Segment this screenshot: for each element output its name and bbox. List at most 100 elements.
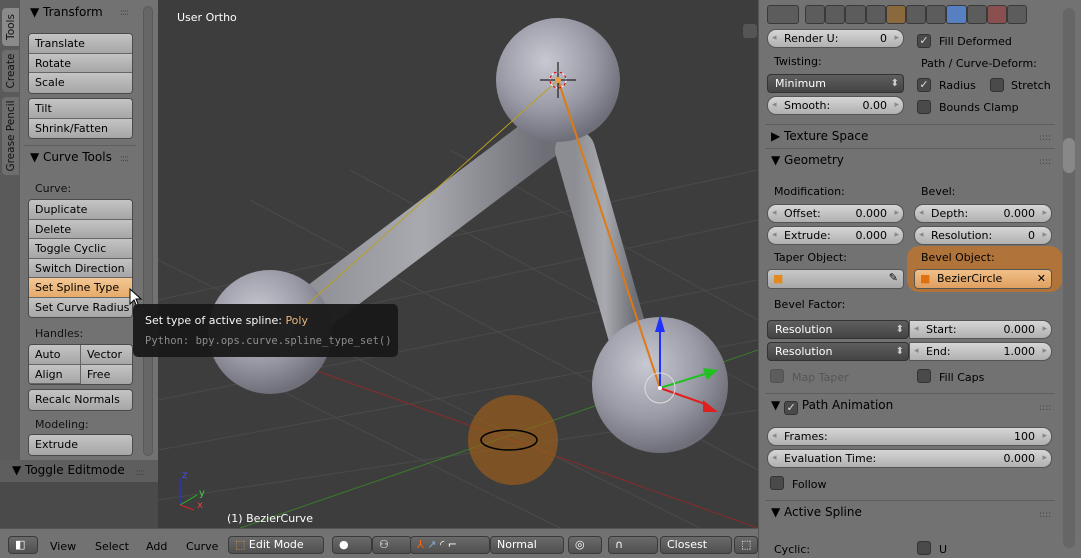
menu-select[interactable]: Select	[95, 540, 129, 553]
properties-editor: Render U:0 ✓ Fill Deformed Twisting: Pat…	[758, 0, 1081, 558]
set-curve-radius-button[interactable]: Set Curve Radius	[29, 297, 132, 317]
stretch-checkbox[interactable]	[990, 78, 1004, 92]
snap-element-select[interactable]: ∩	[608, 536, 658, 554]
geometry-header[interactable]: ▼ Geometry	[771, 153, 844, 167]
render-layers-icon[interactable]	[825, 5, 846, 24]
scene-icon[interactable]	[845, 5, 866, 24]
bevel-label: Bevel:	[921, 185, 956, 198]
extrude-button[interactable]: Extrude	[29, 435, 132, 455]
menu-curve[interactable]: Curve	[186, 540, 218, 553]
set-spline-type-button[interactable]: Set Spline Type	[29, 278, 132, 298]
properties-scrollbar[interactable]	[1063, 8, 1075, 548]
snap-target-select[interactable]: Closest	[660, 536, 732, 554]
delete-button[interactable]: Delete	[29, 219, 132, 239]
taper-object-field[interactable]: ■ ✎	[767, 269, 904, 289]
transform-panel-header[interactable]: ▼ Transform	[30, 5, 103, 19]
handle-align-button[interactable]: Align	[29, 364, 81, 384]
drag-grip-icon[interactable]: ::::	[136, 468, 145, 478]
path-animation-header[interactable]: ▼ ✓ Path Animation	[771, 398, 893, 415]
curve-tools-panel-header[interactable]: ▼ Curve Tools	[30, 150, 112, 164]
extrude-field[interactable]: Extrude:0.000	[767, 226, 904, 245]
eyedropper-icon[interactable]: ✎	[889, 271, 898, 284]
tilt-button[interactable]: Tilt	[29, 99, 132, 119]
texture-icon[interactable]	[986, 5, 1007, 24]
physics-icon[interactable]	[1006, 5, 1028, 24]
follow-label: Follow	[792, 478, 827, 491]
handle-auto-button[interactable]: Auto	[29, 345, 81, 365]
editor-type-button[interactable]	[767, 5, 799, 24]
constraints-icon[interactable]	[905, 5, 927, 24]
drag-grip-icon[interactable]: ::::	[120, 154, 129, 164]
gizmo-y-label: y	[199, 488, 205, 499]
shrink-fatten-button[interactable]: Shrink/Fatten	[29, 118, 132, 138]
fill-caps-checkbox[interactable]	[917, 369, 931, 383]
twisting-select[interactable]: Minimum	[767, 74, 904, 93]
mode-select[interactable]: ⬚ Edit Mode	[228, 536, 324, 554]
proportional-edit-button[interactable]: ◎	[568, 536, 602, 554]
tab-create[interactable]: Create	[2, 50, 19, 92]
radius-label: Radius	[939, 79, 976, 92]
menu-view[interactable]: View	[50, 540, 76, 553]
cyclic-label: Cyclic:	[774, 543, 811, 556]
manipulator-buttons[interactable]: ⅄ ↗ ◜ ⌐	[410, 536, 490, 554]
bounds-clamp-checkbox[interactable]	[917, 100, 931, 114]
pivot-select[interactable]: ⚇	[372, 536, 412, 554]
toggle-editmode-header[interactable]: ▼ Toggle Editmode	[12, 463, 125, 477]
follow-checkbox[interactable]	[770, 476, 784, 490]
world-icon[interactable]	[865, 5, 886, 24]
frames-field[interactable]: Frames:100	[767, 427, 1052, 446]
duplicate-button[interactable]: Duplicate	[29, 200, 132, 220]
tab-tools[interactable]: Tools	[2, 8, 19, 46]
object-icon[interactable]	[885, 5, 906, 24]
bevel-object-field[interactable]: ■ BezierCircle ✕	[914, 269, 1052, 289]
smooth-field[interactable]: Smooth:0.00	[767, 96, 904, 115]
bevel-factor-start-mode-select[interactable]: Resolution	[767, 320, 909, 339]
path-animation-checkbox[interactable]: ✓	[784, 401, 799, 415]
bevel-end-field[interactable]: End:1.000	[909, 342, 1052, 361]
handle-free-button[interactable]: Free	[81, 364, 132, 384]
shading-select[interactable]: ●	[332, 536, 372, 554]
handles-buttons: Auto Vector Align Free	[28, 344, 133, 385]
evaluation-time-field[interactable]: Evaluation Time:0.000	[767, 449, 1052, 468]
material-icon[interactable]	[966, 5, 987, 24]
proportional-icon: ◎	[575, 538, 585, 551]
3d-viewport[interactable]: z y x User Ortho (1) BezierCurve	[158, 0, 758, 528]
cyclic-u-checkbox[interactable]	[917, 541, 931, 555]
bevel-start-field[interactable]: Start:0.000	[909, 320, 1052, 339]
bevel-depth-field[interactable]: Depth:0.000	[914, 204, 1052, 223]
editor-type-button[interactable]: ◧	[8, 536, 38, 554]
orientation-select[interactable]: Normal	[490, 536, 564, 554]
render-u-field[interactable]: Render U:0	[767, 29, 904, 48]
active-spline-header[interactable]: ▼ Active Spline	[771, 505, 862, 519]
radius-checkbox[interactable]: ✓	[917, 78, 931, 92]
menu-add[interactable]: Add	[146, 540, 167, 553]
scale-button[interactable]: Scale	[29, 73, 132, 93]
toggle-cyclic-button[interactable]: Toggle Cyclic	[29, 239, 132, 259]
curve-data-icon[interactable]	[946, 5, 967, 24]
modifier-icon[interactable]	[926, 5, 947, 24]
toolshelf-scrollbar[interactable]	[143, 6, 153, 456]
modeling-label: Modeling:	[35, 418, 89, 431]
rotate-button[interactable]: Rotate	[29, 53, 132, 73]
snap-option-button[interactable]: ⬚	[734, 536, 758, 554]
render-icon[interactable]	[805, 5, 826, 24]
expand-properties-button[interactable]	[743, 24, 757, 38]
bevel-factor-label: Bevel Factor:	[774, 298, 846, 311]
handle-vector-button[interactable]: Vector	[81, 345, 132, 365]
texture-space-header[interactable]: ▶ Texture Space	[771, 129, 868, 143]
translate-button[interactable]: Translate	[29, 34, 132, 54]
scale-manipulator-icon: ⌐	[447, 538, 457, 551]
clear-icon[interactable]: ✕	[1037, 270, 1046, 288]
bevel-resolution-field[interactable]: Resolution:0	[914, 226, 1052, 245]
fill-deformed-checkbox[interactable]: ✓	[917, 34, 931, 48]
offset-field[interactable]: Offset:0.000	[767, 204, 904, 223]
stretch-label: Stretch	[1011, 79, 1051, 92]
view-name: User Ortho	[177, 11, 237, 24]
pivot-icon: ⚇	[379, 538, 389, 551]
map-taper-checkbox[interactable]	[770, 369, 784, 383]
tab-grease-pencil[interactable]: Grease Pencil	[2, 97, 19, 175]
drag-grip-icon[interactable]: ::::	[120, 8, 129, 18]
bevel-factor-end-mode-select[interactable]: Resolution	[767, 342, 909, 361]
recalc-normals-button[interactable]: Recalc Normals	[29, 390, 132, 410]
switch-direction-button[interactable]: Switch Direction	[29, 258, 132, 278]
